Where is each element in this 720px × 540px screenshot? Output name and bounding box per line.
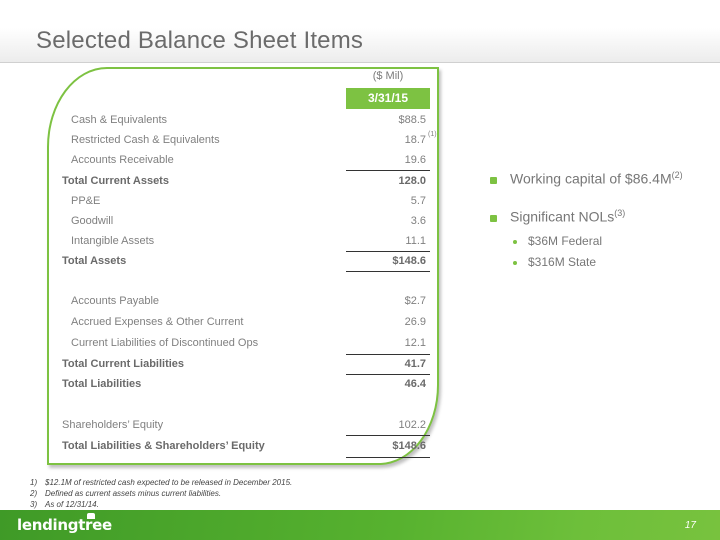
- table-row-total: Total Liabilities & Shareholders’ Equity…: [62, 437, 430, 455]
- row-value: 3.6: [410, 215, 426, 227]
- table-row: Accounts Payable $2.7: [62, 292, 430, 310]
- logo-leaf-icon: [87, 513, 95, 519]
- table-row: Goodwill 3.6: [62, 212, 430, 230]
- row-value: $2.7: [404, 295, 426, 307]
- row-value: 19.6: [404, 154, 426, 166]
- footer-bar: lendingtree 17: [0, 510, 720, 540]
- column-header-date: 3/31/15: [346, 88, 430, 109]
- dot-bullet-icon: [513, 240, 517, 244]
- row-value: $88.5: [398, 114, 426, 126]
- subtotal-rule: [346, 435, 430, 436]
- row-label: Cash & Equivalents: [71, 114, 167, 126]
- row-label: Total Liabilities: [62, 378, 142, 390]
- table-row-total: Total Assets $148.6: [62, 252, 430, 270]
- table-row: PP&E 5.7: [62, 192, 430, 210]
- row-label: Shareholders’ Equity: [62, 419, 164, 431]
- bullet-text: Working capital of $86.4M: [510, 170, 672, 187]
- row-label: Intangible Assets: [71, 235, 155, 247]
- row-value: 11.1: [405, 235, 426, 247]
- row-label: Current Liabilities of Discontinued Ops: [71, 337, 259, 349]
- row-label: Accrued Expenses & Other Current: [71, 316, 244, 328]
- table-row-total: Total Current Liabilities 41.7: [62, 355, 430, 373]
- bullet-text: Significant NOLs: [510, 208, 615, 225]
- table-row: Current Liabilities of Discontinued Ops …: [62, 334, 430, 352]
- row-label: Accounts Payable: [71, 295, 160, 307]
- footnote-ref: (2): [671, 170, 683, 180]
- sub-bullet-text: $316M State: [528, 255, 597, 269]
- row-label: Total Current Assets: [62, 175, 169, 187]
- footnote-text: Defined as current assets minus current …: [45, 489, 222, 498]
- table-row: Intangible Assets 11.1: [62, 232, 430, 250]
- page-title: Selected Balance Sheet Items: [36, 27, 364, 54]
- page-number: 17: [684, 520, 696, 531]
- table-row: Shareholders’ Equity 102.2: [62, 416, 430, 434]
- row-label: Total Liabilities & Shareholders’ Equity: [62, 440, 265, 452]
- row-value: $148.6: [392, 255, 426, 267]
- total-rule: [346, 457, 430, 458]
- table-row: Restricted Cash & Equivalents 18.7: [62, 131, 430, 149]
- subtotal-rule: [346, 170, 430, 171]
- row-label: Accounts Receivable: [71, 154, 174, 166]
- title-bar: Selected Balance Sheet Items: [0, 0, 720, 63]
- footnote-number: 2): [30, 489, 38, 498]
- row-label: Total Current Liabilities: [62, 358, 185, 370]
- row-label: Restricted Cash & Equivalents: [71, 134, 220, 146]
- row-value: 102.2: [398, 419, 426, 431]
- row-value: 41.7: [404, 358, 426, 370]
- lendingtree-logo: lendingtree: [17, 513, 112, 534]
- footnote-ref: (3): [614, 208, 626, 218]
- row-value: 12.1: [404, 337, 426, 349]
- row-label: Total Assets: [62, 255, 127, 267]
- row-value: 46.4: [404, 378, 426, 390]
- row-value: 128.0: [398, 175, 426, 187]
- row-value: 18.7: [404, 134, 426, 146]
- table-row: Cash & Equivalents $88.5: [62, 111, 430, 129]
- footnote-number: 1): [30, 478, 38, 487]
- table-row: Accrued Expenses & Other Current 26.9: [62, 313, 430, 331]
- footnote-text: As of 12/31/14.: [45, 500, 99, 509]
- square-bullet-icon: [490, 177, 497, 184]
- footnote-text: $12.1M of restricted cash expected to be…: [45, 478, 293, 487]
- sub-bullet-text: $36M Federal: [528, 234, 603, 248]
- row-value: $148.6: [392, 440, 426, 452]
- row-value: 26.9: [404, 316, 426, 328]
- row-label: Goodwill: [71, 215, 114, 227]
- logo-text: lendingtree: [17, 516, 112, 534]
- table-row-total: Total Liabilities 46.4: [62, 375, 430, 393]
- dot-bullet-icon: [513, 261, 517, 265]
- row-label: PP&E: [71, 195, 101, 207]
- unit-label: ($ Mil): [372, 70, 404, 82]
- footnote-number: 3): [30, 500, 38, 509]
- total-rule: [346, 271, 430, 272]
- table-row: Accounts Receivable 19.6: [62, 151, 430, 169]
- square-bullet-icon: [490, 215, 497, 222]
- row-value: 5.7: [410, 195, 426, 207]
- table-row-total: Total Current Assets 128.0: [62, 172, 430, 190]
- footnote-ref: (1): [428, 131, 437, 138]
